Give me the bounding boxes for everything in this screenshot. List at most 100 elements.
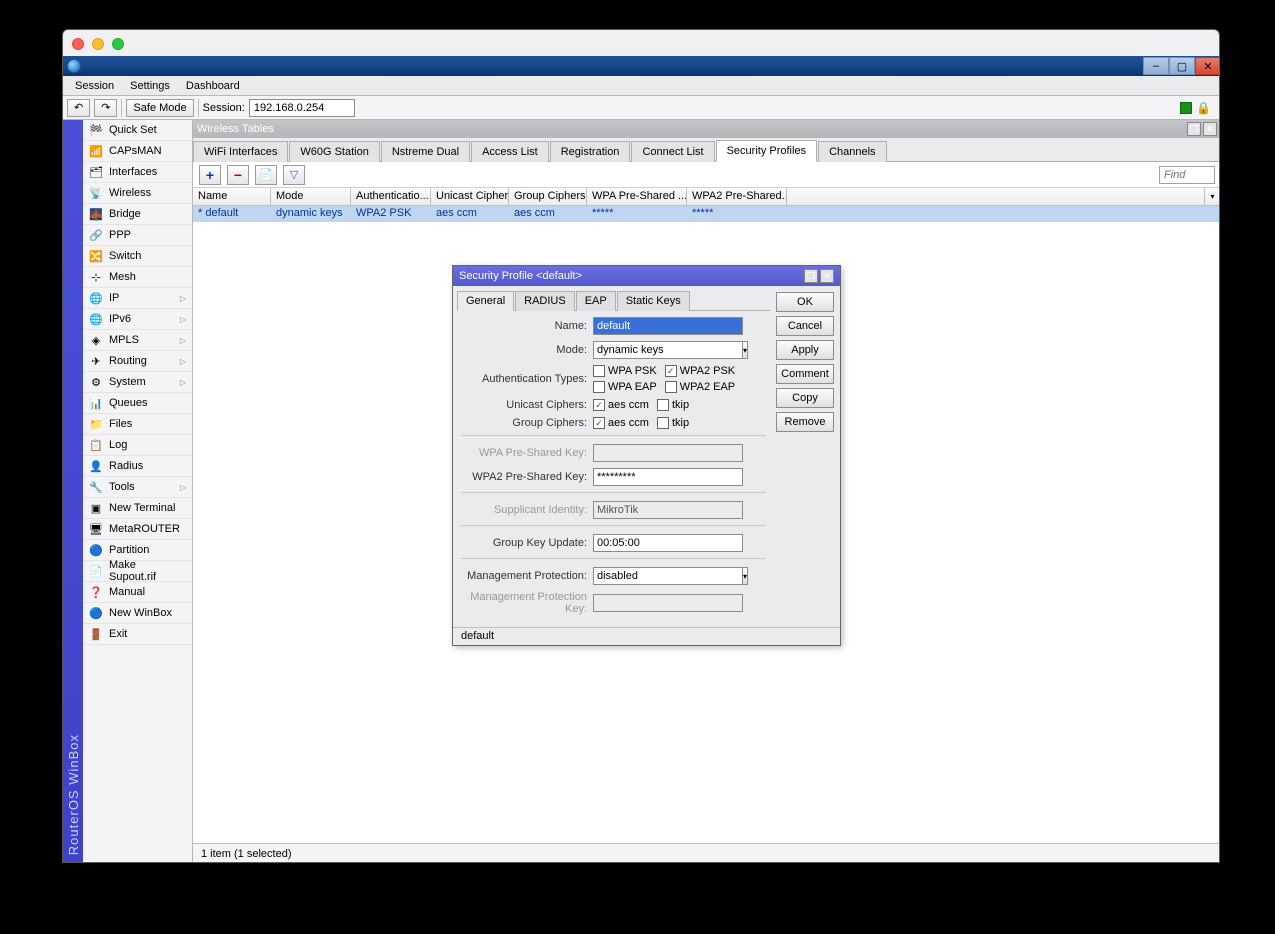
- sidebar-item-switch[interactable]: 🔀Switch: [83, 246, 192, 267]
- sidebar-item-new-winbox[interactable]: 🔵New WinBox: [83, 603, 192, 624]
- subwindow-close-icon[interactable]: ✕: [1203, 122, 1217, 136]
- name-input[interactable]: [593, 317, 743, 335]
- undo-button[interactable]: ↶: [67, 99, 90, 117]
- checkbox-tkip[interactable]: tkip: [657, 399, 689, 411]
- nav-label: Make Supout.rif: [109, 559, 186, 583]
- menu-dashboard[interactable]: Dashboard: [178, 78, 248, 94]
- sidebar-item-wireless[interactable]: 📡Wireless: [83, 183, 192, 204]
- filter-button[interactable]: ▽: [283, 165, 305, 185]
- find-input[interactable]: [1159, 166, 1215, 184]
- sidebar-item-routing[interactable]: ✈Routing▷: [83, 351, 192, 372]
- column-header[interactable]: Group Ciphers: [509, 188, 587, 205]
- column-header[interactable]: WPA Pre-Shared ...: [587, 188, 687, 205]
- add-button[interactable]: +: [199, 165, 221, 185]
- checkbox-wpa-eap[interactable]: WPA EAP: [593, 381, 657, 393]
- comment-button[interactable]: Comment: [776, 364, 834, 384]
- column-header[interactable]: Authenticatio...: [351, 188, 431, 205]
- sidebar-item-log[interactable]: 📋Log: [83, 435, 192, 456]
- ok-button[interactable]: OK: [776, 292, 834, 312]
- wpa2-psk-input[interactable]: [593, 468, 743, 486]
- dialog-tab-eap[interactable]: EAP: [576, 291, 616, 311]
- zoom-dot[interactable]: [112, 38, 124, 50]
- menu-settings[interactable]: Settings: [122, 78, 178, 94]
- sidebar-item-ip[interactable]: 🌐IP▷: [83, 288, 192, 309]
- outer-mac-window: – ▢ ✕ Session Settings Dashboard ↶ ↷ Saf…: [62, 29, 1220, 863]
- apply-button[interactable]: Apply: [776, 340, 834, 360]
- close-button[interactable]: ✕: [1195, 57, 1220, 75]
- subwindow-restore-icon[interactable]: ❐: [1187, 122, 1201, 136]
- checkbox-label: WPA PSK: [608, 365, 657, 377]
- redo-button[interactable]: ↷: [94, 99, 117, 117]
- tab-registration[interactable]: Registration: [550, 141, 631, 162]
- menu-session[interactable]: Session: [67, 78, 122, 94]
- remove-button[interactable]: −: [227, 165, 249, 185]
- tab-connect-list[interactable]: Connect List: [631, 141, 714, 162]
- dialog-restore-icon[interactable]: ❐: [804, 269, 818, 283]
- sidebar-item-partition[interactable]: 🔵Partition: [83, 540, 192, 561]
- remove-button[interactable]: Remove: [776, 412, 834, 432]
- checkbox-wpa2-eap[interactable]: WPA2 EAP: [665, 381, 735, 393]
- sidebar-item-ppp[interactable]: 🔗PPP: [83, 225, 192, 246]
- checkbox-aes-ccm[interactable]: ✓aes ccm: [593, 399, 649, 411]
- sidebar-item-bridge[interactable]: 🌉Bridge: [83, 204, 192, 225]
- sidebar-item-make-supout.rif[interactable]: 📄Make Supout.rif: [83, 561, 192, 582]
- mode-select[interactable]: [593, 341, 743, 359]
- cancel-button[interactable]: Cancel: [776, 316, 834, 336]
- checkbox-tkip[interactable]: tkip: [657, 417, 689, 429]
- dialog-left: GeneralRADIUSEAPStatic Keys Name: Mode: …: [453, 286, 774, 627]
- nav-label: IP: [109, 292, 119, 304]
- session-input[interactable]: [249, 99, 355, 117]
- copy-button[interactable]: Copy: [776, 388, 834, 408]
- tab-channels[interactable]: Channels: [818, 141, 886, 162]
- minimize-dot[interactable]: [92, 38, 104, 50]
- toolbar-right: 🔒: [1180, 101, 1217, 115]
- checkbox-wpa2-psk[interactable]: ✓WPA2 PSK: [665, 365, 735, 377]
- dropdown-icon[interactable]: ▾: [743, 567, 748, 585]
- checkbox-wpa-psk[interactable]: WPA PSK: [593, 365, 657, 377]
- management-protection-select[interactable]: [593, 567, 743, 585]
- column-header[interactable]: WPA2 Pre-Shared...: [687, 188, 787, 205]
- sidebar-item-tools[interactable]: 🔧Tools▷: [83, 477, 192, 498]
- close-dot[interactable]: [72, 38, 84, 50]
- sidebar-item-system[interactable]: ⚙System▷: [83, 372, 192, 393]
- sidebar-item-radius[interactable]: 👤Radius: [83, 456, 192, 477]
- sidebar-item-capsman[interactable]: 📶CAPsMAN: [83, 141, 192, 162]
- sidebar-item-files[interactable]: 📁Files: [83, 414, 192, 435]
- minimize-button[interactable]: –: [1143, 57, 1169, 75]
- tab-nstreme-dual[interactable]: Nstreme Dual: [381, 141, 470, 162]
- separator: [461, 492, 766, 493]
- tab-w60g-station[interactable]: W60G Station: [289, 141, 379, 162]
- safe-mode-button[interactable]: Safe Mode: [126, 99, 193, 117]
- checkbox-aes-ccm[interactable]: ✓aes ccm: [593, 417, 649, 429]
- column-header[interactable]: Name: [193, 188, 271, 205]
- maximize-button[interactable]: ▢: [1169, 57, 1195, 75]
- tab-wifi-interfaces[interactable]: WiFi Interfaces: [193, 141, 288, 162]
- dropdown-icon[interactable]: ▾: [743, 341, 748, 359]
- dialog-tab-static-keys[interactable]: Static Keys: [617, 291, 690, 311]
- sidebar-item-ipv6[interactable]: 🌐IPv6▷: [83, 309, 192, 330]
- sidebar-item-interfaces[interactable]: 🗂Interfaces: [83, 162, 192, 183]
- column-menu-icon[interactable]: ▾: [1204, 188, 1220, 205]
- sidebar-item-metarouter[interactable]: 🖥MetaROUTER: [83, 519, 192, 540]
- unicast-ciphers-group: ✓aes ccm tkip: [593, 399, 766, 411]
- list-toolbar: + − 📄 ▽: [193, 162, 1220, 188]
- dialog-tab-radius[interactable]: RADIUS: [515, 291, 575, 311]
- dialog-title-bar[interactable]: Security Profile <default> ❐ ✕: [453, 266, 840, 286]
- column-header[interactable]: Unicast Ciphers: [431, 188, 509, 205]
- comment-button[interactable]: 📄: [255, 165, 277, 185]
- sidebar-item-mpls[interactable]: ◈MPLS▷: [83, 330, 192, 351]
- grid-row-selected[interactable]: * defaultdynamic keysWPA2 PSKaes ccmaes …: [193, 206, 1220, 222]
- wpa2-psk-label: WPA2 Pre-Shared Key:: [461, 471, 593, 483]
- tab-security-profiles[interactable]: Security Profiles: [716, 140, 817, 162]
- sidebar-item-mesh[interactable]: ⊹Mesh: [83, 267, 192, 288]
- sidebar-item-new-terminal[interactable]: ▣New Terminal: [83, 498, 192, 519]
- sidebar-item-queues[interactable]: 📊Queues: [83, 393, 192, 414]
- group-key-update-input[interactable]: [593, 534, 743, 552]
- sidebar-item-exit[interactable]: 🚪Exit: [83, 624, 192, 645]
- sidebar-item-manual[interactable]: ❓Manual: [83, 582, 192, 603]
- column-header[interactable]: Mode: [271, 188, 351, 205]
- dialog-tab-general[interactable]: General: [457, 291, 514, 311]
- dialog-close-icon[interactable]: ✕: [820, 269, 834, 283]
- sidebar-item-quick-set[interactable]: 🏁Quick Set: [83, 120, 192, 141]
- tab-access-list[interactable]: Access List: [471, 141, 549, 162]
